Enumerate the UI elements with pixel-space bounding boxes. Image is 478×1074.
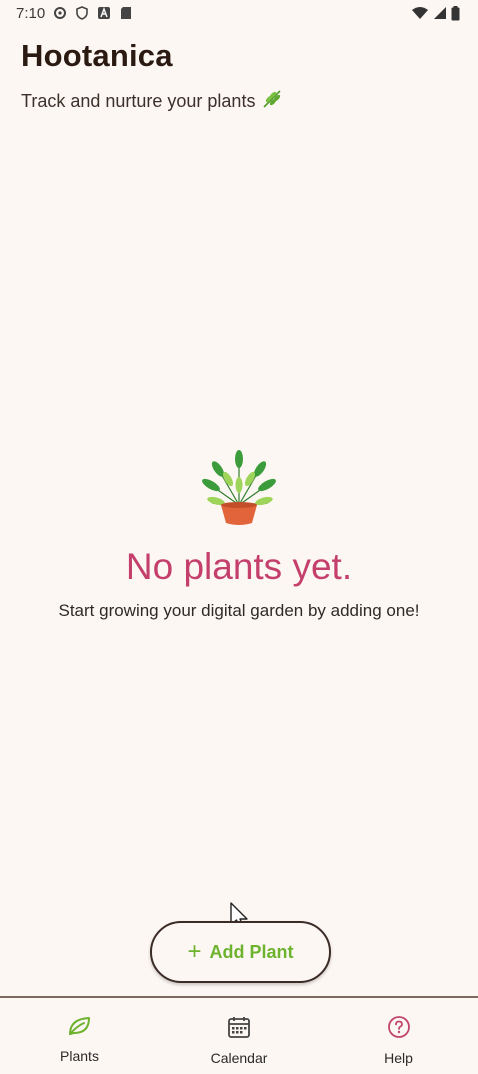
potted-plant-icon <box>196 445 282 532</box>
empty-state-description: Start growing your digital garden by add… <box>58 601 420 620</box>
nav-item-plants[interactable]: Plants <box>0 998 159 1064</box>
status-bar: 7:10 <box>0 0 478 26</box>
shield-icon <box>75 6 89 20</box>
app-title: Hootanica <box>21 38 173 73</box>
wifi-icon <box>411 6 429 20</box>
empty-state-title: No plants yet. <box>125 546 353 587</box>
add-plant-label: Add Plant <box>209 941 294 962</box>
bottom-navigation: Plants Calendar Help <box>0 996 478 1074</box>
sd-card-icon <box>119 6 133 20</box>
app-subtitle: Track and nurture your plants <box>21 88 283 115</box>
battery-icon <box>451 6 460 21</box>
nav-label-plants: Plants <box>60 1048 99 1064</box>
status-left: 7:10 <box>16 5 133 22</box>
herb-icon <box>261 88 283 115</box>
help-icon <box>387 1015 411 1042</box>
signal-icon <box>433 6 447 20</box>
status-time: 7:10 <box>16 4 46 22</box>
app-header: Hootanica Track and nurture your plants <box>21 38 283 115</box>
nav-item-calendar[interactable]: Calendar <box>160 998 319 1066</box>
nav-item-help[interactable]: Help <box>319 998 478 1066</box>
leaf-icon <box>67 1015 93 1040</box>
plus-icon: + <box>187 938 202 965</box>
settings-icon <box>53 6 67 20</box>
empty-state: No plants yet. Start growing your digita… <box>0 445 478 621</box>
a-badge-icon <box>97 6 111 20</box>
app-subtitle-text: Track and nurture your plants <box>21 91 256 111</box>
add-plant-button[interactable]: + Add Plant <box>150 921 331 983</box>
nav-label-help: Help <box>384 1050 413 1066</box>
calendar-icon <box>227 1015 251 1042</box>
status-right <box>411 6 460 21</box>
nav-label-calendar: Calendar <box>210 1050 268 1066</box>
